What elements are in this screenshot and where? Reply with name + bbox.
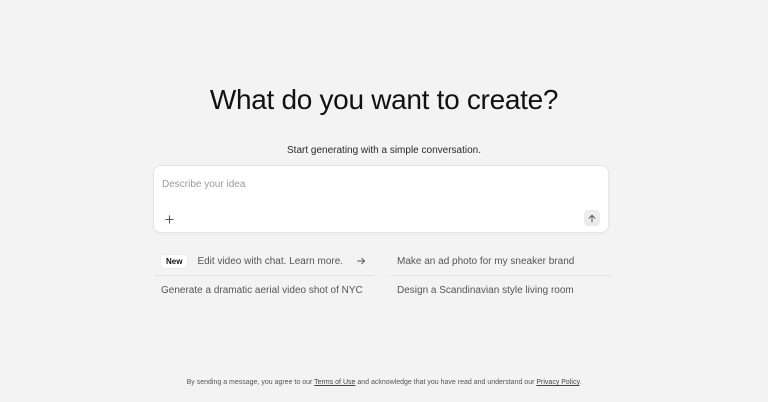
arrow-right-icon (357, 257, 365, 265)
plus-icon (164, 214, 174, 224)
divider (155, 275, 375, 276)
privacy-policy-link[interactable]: Privacy Policy (536, 379, 579, 386)
suggestion-label: Edit video with chat. Learn more. (197, 255, 344, 267)
prompt-composer (153, 165, 609, 233)
suggestion-label: Make an ad photo for my sneaker brand (397, 255, 575, 267)
legal-footer: By sending a message, you agree to our T… (0, 379, 768, 386)
prompt-input[interactable] (162, 174, 582, 194)
footer-text: . (579, 379, 582, 386)
suggestion-scandinavian-room[interactable]: Design a Scandinavian style living room (390, 279, 612, 301)
send-button[interactable] (584, 210, 600, 226)
suggestion-label: Generate a dramatic aerial video shot of… (161, 284, 363, 296)
terms-of-use-link[interactable]: Terms of Use (314, 379, 355, 386)
add-attachment-button[interactable] (162, 212, 176, 226)
hero-subtitle: Start generating with a simple conversat… (287, 145, 481, 156)
divider (390, 275, 612, 276)
new-badge: New (161, 254, 188, 268)
suggestion-label: Design a Scandinavian style living room (397, 284, 574, 296)
suggestion-sneaker-ad[interactable]: Make an ad photo for my sneaker brand (390, 250, 612, 272)
hero-title: What do you want to create? (209, 84, 559, 115)
footer-text: By sending a message, you agree to our (186, 379, 313, 386)
arrow-up-icon (588, 214, 596, 223)
suggestion-edit-video[interactable]: New Edit video with chat. Learn more. (155, 250, 375, 272)
footer-text: and acknowledge that you have read and u… (357, 379, 535, 386)
suggestion-aerial-nyc[interactable]: Generate a dramatic aerial video shot of… (155, 279, 375, 301)
